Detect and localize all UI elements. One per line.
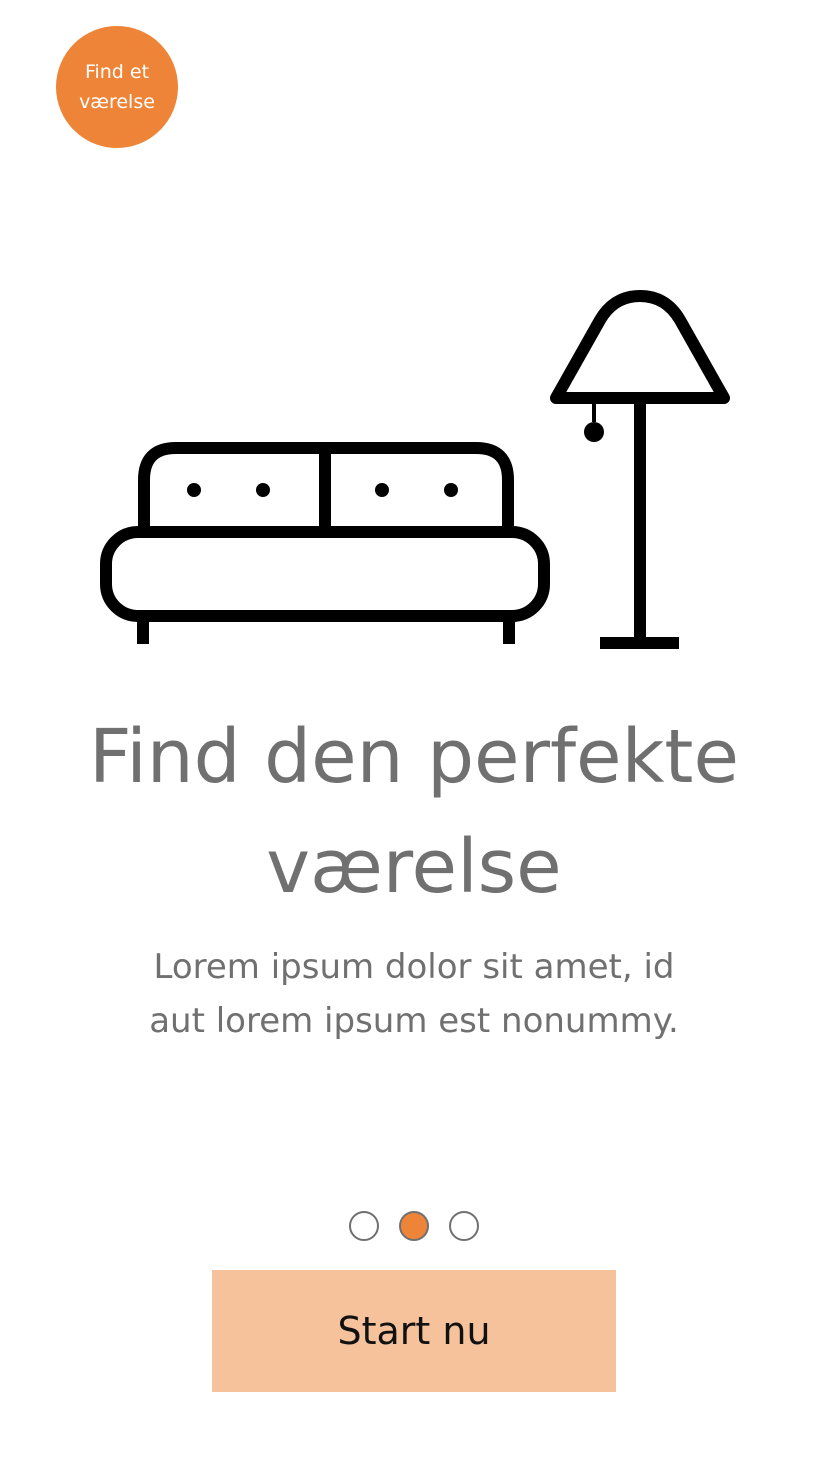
page-indicator: [0, 1211, 828, 1243]
page-title-line2: værelse: [266, 824, 562, 910]
hero-illustration: [100, 290, 730, 649]
page-description-line2: aut lorem ipsum est nonummy.: [149, 1001, 679, 1041]
sofa-icon: [100, 442, 550, 644]
start-now-button[interactable]: Start nu: [212, 1270, 616, 1392]
page-title-line1: Find den perfekte: [89, 714, 739, 800]
page-dot-2[interactable]: [399, 1211, 429, 1241]
page-title: Find den perfekte værelse: [0, 702, 828, 922]
page-description-line1: Lorem ipsum dolor sit amet, id: [153, 947, 675, 987]
logo-text-line2: værelse: [79, 91, 155, 113]
brand-logo: Find et værelse: [56, 26, 178, 148]
page-description: Lorem ipsum dolor sit amet, id aut lorem…: [0, 940, 828, 1048]
page-dot-3[interactable]: [449, 1211, 479, 1241]
floor-lamp-icon: [550, 290, 730, 649]
logo-text-line1: Find et: [84, 61, 150, 83]
page-dot-1[interactable]: [349, 1211, 379, 1241]
